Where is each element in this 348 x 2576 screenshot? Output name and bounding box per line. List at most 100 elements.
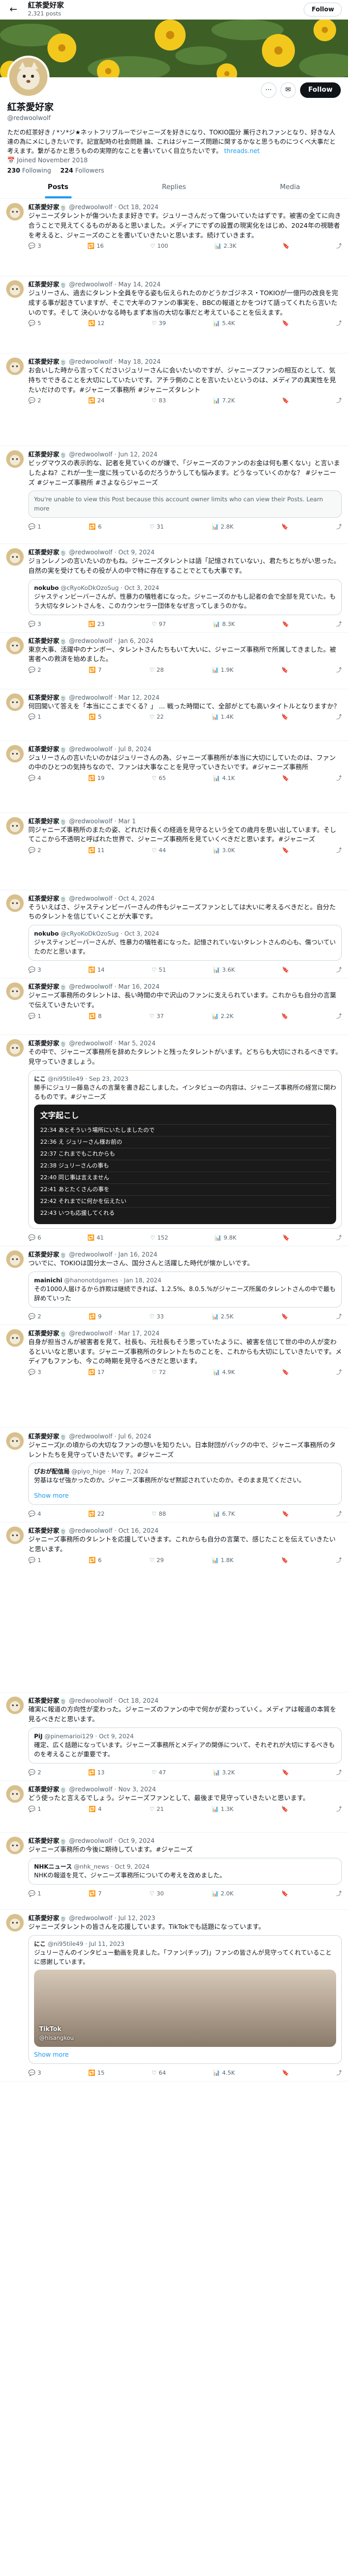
post-avatar[interactable] [6,982,24,1000]
post-author-name[interactable]: 紅茶愛好家🍵 [28,983,67,990]
like-action[interactable]: ♡ 47 [152,1768,166,1777]
post-avatar[interactable] [6,1432,24,1450]
share-action[interactable]: ⤴ [336,1012,342,1021]
repost-action[interactable]: 🔁 8 [89,1012,102,1021]
post-avatar[interactable] [6,1836,24,1854]
post-avatar[interactable] [6,203,24,221]
post-author-name[interactable]: 紅茶愛好家🍵 [28,694,67,701]
bookmark-action[interactable]: 🔖 [281,666,289,675]
reply-action[interactable]: 💬 3 [28,242,41,251]
quoted-post[interactable]: にこ @ni95tile49 · Sep 23, 2023 勝手にジュリー藤島さん… [28,1070,342,1229]
share-action[interactable]: ⤴ [336,1805,342,1814]
post[interactable]: 紅茶愛好家🍵 @redwoolwolf · Jan 6, 2024 東京大事、活躍… [0,633,348,689]
quoted-post[interactable]: nokubo @cRyoKoDkOzoSug · Oct 3, 2024 ジャステ… [28,925,342,961]
more-options-icon[interactable]: ⋯ [260,82,276,98]
post[interactable]: 紅茶愛好家🍵 @redwoolwolf · Oct 16, 2024 ジャニーズ事… [0,1522,348,1693]
views-action[interactable]: 📊 6.7K [213,1510,235,1519]
views-action[interactable]: 📊 1.3K [211,1805,233,1814]
views-action[interactable]: 📊 5.4K [213,319,235,328]
reply-action[interactable]: 💬 1 [28,1556,41,1565]
share-action[interactable]: ⤴ [336,620,342,629]
like-action[interactable]: ♡ 51 [152,965,166,975]
bookmark-action[interactable]: 🔖 [282,965,289,975]
views-action[interactable]: 📊 4.1K [213,774,235,783]
reply-action[interactable]: 💬 3 [28,620,41,629]
repost-action[interactable]: 🔁 19 [88,774,105,783]
repost-action[interactable]: 🔁 6 [89,522,102,532]
bookmark-action[interactable]: 🔖 [282,1768,289,1777]
post[interactable]: 紅茶愛好家🍵 @redwoolwolf · Mar 1 同ジャニーズ事務所のまたの… [0,813,348,890]
like-action[interactable]: ♡ 31 [150,522,164,532]
bookmark-action[interactable]: 🔖 [282,396,289,405]
back-arrow-icon[interactable]: ← [6,3,21,17]
message-icon[interactable]: ✉ [280,82,296,98]
repost-action[interactable]: 🔁 23 [88,620,105,629]
post[interactable]: 紅茶愛好家🍵 @redwoolwolf · Mar 5, 2024 その中で、ジャ… [0,1035,348,1246]
views-action[interactable]: 📊 2.0K [211,1889,233,1899]
post-avatar[interactable] [6,817,24,835]
views-action[interactable]: 📊 2.5K [211,1312,233,1321]
repost-action[interactable]: 🔁 16 [88,242,104,251]
bookmark-action[interactable]: 🔖 [282,1510,289,1519]
post-author-name[interactable]: 紅茶愛好家🍵 [28,1837,67,1844]
bookmark-action[interactable]: 🔖 [282,319,289,328]
like-action[interactable]: ♡ 22 [150,713,164,722]
share-action[interactable]: ⤴ [336,1889,342,1899]
post-author-name[interactable]: 紅茶愛好家🍵 [28,895,67,902]
tab-media[interactable]: Media [232,177,348,198]
post[interactable]: 紅茶愛好家🍵 @redwoolwolf · Jul 6, 2024 ジャニーズJr… [0,1428,348,1523]
quoted-post[interactable]: PiJ @pinemarioi129 · Oct 9, 2024 確定、広く話題に… [28,1727,342,1764]
quoted-post[interactable]: ぴおが配信局 @piyo_hige · May 7, 2024 労基はなぜ強かった… [28,1463,342,1505]
quoted-post[interactable]: mainichi @hanonotdgames · Jan 18, 2024 その… [28,1271,342,1308]
like-action[interactable]: ♡ 28 [150,666,164,675]
tab-posts[interactable]: Posts [0,177,116,198]
post[interactable]: 紅茶愛好家🍵 @redwoolwolf · Mar 12, 2024 何回聞いて答… [0,689,348,741]
bio-link[interactable]: threads.net [224,147,260,155]
views-action[interactable]: 📊 2.3K [214,242,236,251]
views-action[interactable]: 📊 1.9K [211,666,233,675]
repost-action[interactable]: 🔁 9 [89,1312,102,1321]
reply-action[interactable]: 💬 1 [28,713,41,722]
show-more-link[interactable]: Show more [34,1491,336,1500]
share-action[interactable]: ⤴ [336,1510,342,1519]
share-action[interactable]: ⤴ [336,774,342,783]
like-action[interactable]: ♡ 152 [150,1233,168,1243]
post-author-name[interactable]: 紅茶愛好家🍵 [28,1786,67,1793]
post-author-name[interactable]: 紅茶愛好家🍵 [28,1433,67,1440]
share-action[interactable]: ⤴ [336,1556,342,1565]
reply-action[interactable]: 💬 4 [28,774,41,783]
repost-action[interactable]: 🔁 24 [88,396,105,405]
share-action[interactable]: ⤴ [336,846,342,855]
bookmark-action[interactable]: 🔖 [282,846,289,855]
post-avatar[interactable] [6,1697,24,1715]
views-action[interactable]: 📊 3.6K [213,965,235,975]
post[interactable]: 紅茶愛好家🍵 @redwoolwolf · Mar 16, 2024 ジャニーズ事… [0,978,348,1035]
views-action[interactable]: 📊 2.2K [211,1012,233,1021]
post[interactable]: 紅茶愛好家🍵 @redwoolwolf · Oct 9, 2024 ジャニーズ事務… [0,1833,348,1910]
post[interactable]: 紅茶愛好家🍵 @redwoolwolf · May 14, 2024 ジュリーさん… [0,276,348,353]
views-action[interactable]: 📊 3.0K [213,846,235,855]
reply-action[interactable]: 💬 2 [28,1312,41,1321]
share-action[interactable]: ⤴ [336,396,342,405]
follow-button[interactable]: Follow [300,82,341,98]
share-action[interactable]: ⤴ [336,713,342,722]
repost-action[interactable]: 🔁 11 [88,846,105,855]
post-avatar[interactable] [6,1329,24,1347]
reply-action[interactable]: 💬 4 [28,1510,41,1519]
repost-action[interactable]: 🔁 22 [88,1510,105,1519]
repost-action[interactable]: 🔁 13 [88,1768,105,1777]
post-avatar[interactable] [6,358,24,375]
profile-avatar[interactable] [7,56,49,98]
like-action[interactable]: ♡ 37 [150,1012,164,1021]
post[interactable]: 紅茶愛好家🍵 @redwoolwolf · Oct 4, 2024 そういえばさ、… [0,890,348,978]
post-author-name[interactable]: 紅茶愛好家🍵 [28,1040,67,1047]
post[interactable]: 紅茶愛好家🍵 @redwoolwolf · Oct 18, 2024 ジャニーズタ… [0,199,348,276]
post-author-name[interactable]: 紅茶愛好家🍵 [28,358,67,365]
views-action[interactable]: 📊 3.2K [213,1768,235,1777]
quoted-post[interactable]: nokubo @cRyoKoDkOzoSug · Oct 3, 2024 ジャステ… [28,579,342,615]
like-action[interactable]: ♡ 33 [150,1312,164,1321]
like-action[interactable]: ♡ 72 [152,1368,166,1377]
bookmark-action[interactable]: 🔖 [282,1368,289,1377]
like-action[interactable]: ♡ 29 [150,1556,164,1565]
repost-action[interactable]: 🔁 17 [88,1368,105,1377]
